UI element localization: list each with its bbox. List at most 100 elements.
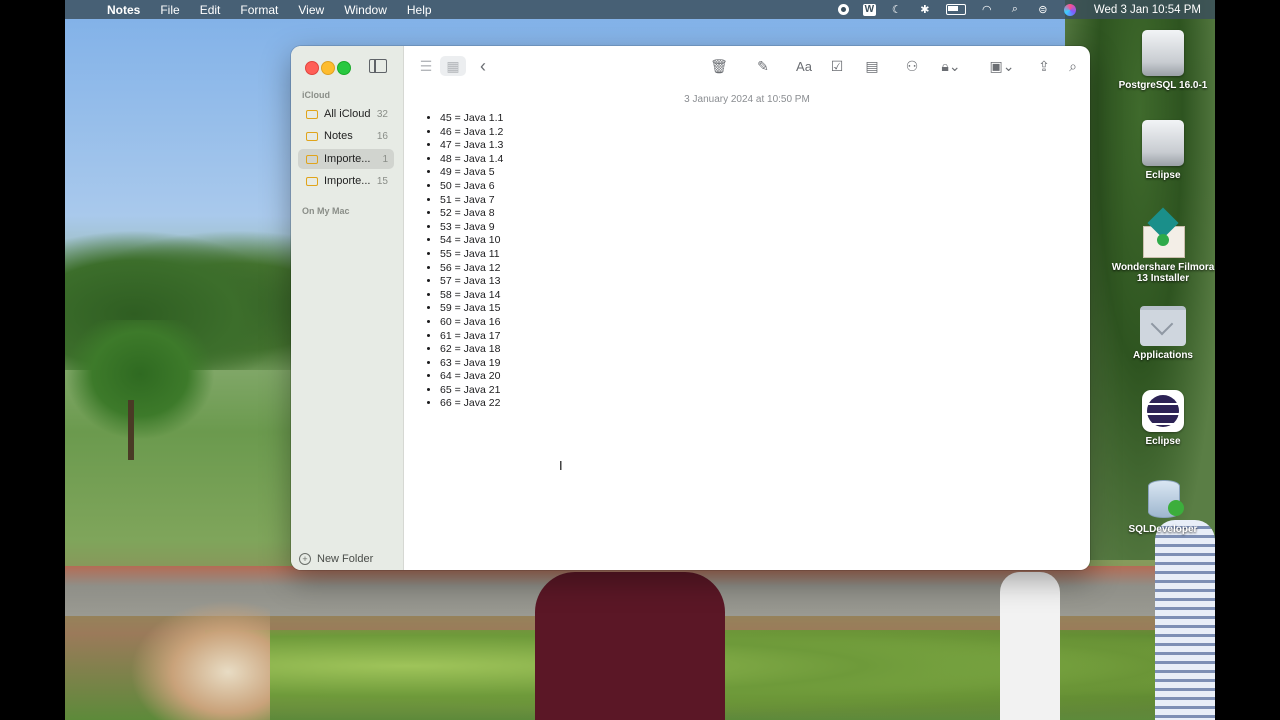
- list-item[interactable]: 51 = Java 7: [440, 194, 1063, 208]
- menu-format[interactable]: Format: [240, 3, 278, 17]
- list-item[interactable]: 48 = Java 1.4: [440, 153, 1063, 167]
- status-area: W ☾ ✱ ◠ ⌕ ⊜ Wed 3 Jan 10:54 PM: [837, 0, 1201, 19]
- desktop-icon-sqldeveloper[interactable]: SQLDeveloper: [1108, 478, 1218, 535]
- list-item[interactable]: 61 = Java 17: [440, 330, 1063, 344]
- letterbox-left: [0, 0, 65, 720]
- screen-record-icon[interactable]: [837, 4, 849, 15]
- gallery-view-icon[interactable]: ▦: [440, 56, 466, 76]
- wifi-icon[interactable]: ◠: [980, 4, 994, 16]
- bluetooth-icon[interactable]: ✱: [918, 4, 932, 16]
- new-folder-button[interactable]: + New Folder: [299, 553, 373, 565]
- menu-help[interactable]: Help: [407, 3, 432, 17]
- list-view-icon[interactable]: ☰: [418, 57, 434, 75]
- zoom-window-button[interactable]: [337, 61, 351, 75]
- wallpaper-person: [535, 572, 725, 720]
- wallpaper-people: [130, 600, 270, 720]
- notes-sidebar: iCloud All iCloud 32 Notes 16 Importe...…: [291, 46, 404, 570]
- sidebar-folder-all-icloud[interactable]: All iCloud 32: [298, 104, 394, 124]
- list-item[interactable]: 55 = Java 11: [440, 248, 1063, 262]
- sqldeveloper-app-icon: [1142, 478, 1184, 520]
- list-item[interactable]: 59 = Java 15: [440, 302, 1063, 316]
- lock-icon[interactable]: 🔒︎⌄: [936, 57, 966, 75]
- list-item[interactable]: 54 = Java 10: [440, 234, 1063, 248]
- list-item[interactable]: 56 = Java 12: [440, 262, 1063, 276]
- applications-folder-icon: [1140, 306, 1186, 346]
- focus-moon-icon[interactable]: ☾: [890, 4, 904, 16]
- desktop-icon-label: SQLDeveloper: [1128, 524, 1198, 535]
- menu-clock[interactable]: Wed 3 Jan 10:54 PM: [1094, 4, 1201, 16]
- disk-image-icon: [1142, 30, 1184, 76]
- list-item[interactable]: 60 = Java 16: [440, 316, 1063, 330]
- sidebar-toggle-icon[interactable]: [369, 59, 387, 73]
- installer-package-icon: [1140, 207, 1186, 258]
- media-icon[interactable]: ▣⌄: [984, 57, 1020, 75]
- list-item[interactable]: 47 = Java 1.3: [440, 139, 1063, 153]
- menu-file[interactable]: File: [160, 3, 179, 17]
- menu-app-name[interactable]: Notes: [107, 3, 140, 17]
- folder-name: All iCloud: [324, 108, 371, 120]
- list-item[interactable]: 63 = Java 19: [440, 357, 1063, 371]
- note-date: 3 January 2024 at 10:50 PM: [684, 94, 810, 105]
- menu-view[interactable]: View: [298, 3, 324, 17]
- collaborate-icon[interactable]: ⚇: [902, 57, 922, 75]
- close-window-button[interactable]: [305, 61, 319, 75]
- desktop-icon-eclipse-disk[interactable]: Eclipse: [1108, 120, 1218, 181]
- list-item[interactable]: 53 = Java 9: [440, 221, 1063, 235]
- checklist-icon[interactable]: ☑: [827, 57, 847, 75]
- menu-edit[interactable]: Edit: [200, 3, 221, 17]
- list-item[interactable]: 50 = Java 6: [440, 180, 1063, 194]
- list-item[interactable]: 46 = Java 1.2: [440, 126, 1063, 140]
- sidebar-folder-notes[interactable]: Notes 16: [298, 126, 394, 146]
- compose-icon[interactable]: ✎: [754, 57, 772, 75]
- folder-count: 32: [376, 108, 388, 120]
- format-text-button[interactable]: Aa: [792, 57, 816, 75]
- desktop-icon-eclipse-app[interactable]: Eclipse: [1108, 390, 1218, 447]
- back-chevron-icon[interactable]: ‹: [476, 56, 490, 76]
- list-item[interactable]: 45 = Java 1.1: [440, 112, 1063, 126]
- list-item[interactable]: 49 = Java 5: [440, 166, 1063, 180]
- new-folder-label: New Folder: [317, 553, 374, 565]
- desktop-icon-label: PostgreSQL 16.0-1: [1118, 80, 1208, 91]
- plus-circle-icon: +: [299, 553, 311, 565]
- battery-icon[interactable]: [945, 4, 966, 15]
- minimize-window-button[interactable]: [321, 61, 335, 75]
- trash-icon[interactable]: 🗑: [710, 57, 728, 75]
- desktop-icon-applications[interactable]: Applications: [1108, 306, 1218, 361]
- desktop-icon-label: Eclipse: [1145, 170, 1181, 181]
- sidebar-section-on-my-mac: On My Mac: [302, 206, 350, 216]
- list-item[interactable]: 62 = Java 18: [440, 343, 1063, 357]
- ibeam-cursor-icon: I: [559, 458, 563, 473]
- control-center-icon[interactable]: ⊜: [1036, 4, 1050, 16]
- folder-icon: [306, 131, 318, 141]
- eclipse-app-icon: [1142, 390, 1184, 432]
- desktop-icon-postgresql[interactable]: PostgreSQL 16.0-1: [1108, 30, 1218, 91]
- share-icon[interactable]: ⇪: [1036, 57, 1052, 75]
- folder-icon: [306, 154, 318, 164]
- note-bullet-list: 45 = Java 1.146 = Java 1.247 = Java 1.34…: [423, 112, 1063, 411]
- wallpaper-tree-trunk: [128, 400, 134, 460]
- wondershare-menu-icon[interactable]: W: [862, 3, 876, 16]
- folder-name: Importe...: [324, 175, 371, 187]
- sidebar-folder-imported-1[interactable]: Importe... 1: [298, 149, 394, 169]
- folder-count: 1: [382, 153, 388, 165]
- search-icon[interactable]: ⌕: [1064, 57, 1082, 75]
- desktop-icon-label: Applications: [1132, 350, 1193, 361]
- note-editor[interactable]: 45 = Java 1.146 = Java 1.247 = Java 1.34…: [423, 112, 1063, 411]
- list-item[interactable]: 52 = Java 8: [440, 207, 1063, 221]
- list-item[interactable]: 66 = Java 22: [440, 397, 1063, 411]
- notes-toolbar: ☰ ▦ ‹ 🗑 ✎ Aa ☑ ▤ ⚇ 🔒︎⌄ ▣⌄ ⇪ ⌕: [404, 46, 1090, 86]
- menu-bar: Notes File Edit Format View Window Help …: [65, 0, 1215, 19]
- list-item[interactable]: 64 = Java 20: [440, 370, 1063, 384]
- notes-window: iCloud All iCloud 32 Notes 16 Importe...…: [291, 46, 1090, 570]
- desktop-icon-label: Wondershare Filmora 13 Installer: [1111, 262, 1215, 284]
- menu-window[interactable]: Window: [344, 3, 387, 17]
- folder-count: 15: [376, 175, 388, 187]
- table-icon[interactable]: ▤: [862, 57, 882, 75]
- list-item[interactable]: 58 = Java 14: [440, 289, 1063, 303]
- list-item[interactable]: 57 = Java 13: [440, 275, 1063, 289]
- spotlight-search-icon[interactable]: ⌕: [1008, 3, 1022, 16]
- siri-icon[interactable]: [1063, 3, 1076, 16]
- desktop-icon-filmora-installer[interactable]: Wondershare Filmora 13 Installer: [1108, 207, 1218, 284]
- list-item[interactable]: 65 = Java 21: [440, 384, 1063, 398]
- sidebar-folder-imported-2[interactable]: Importe... 15: [298, 171, 394, 191]
